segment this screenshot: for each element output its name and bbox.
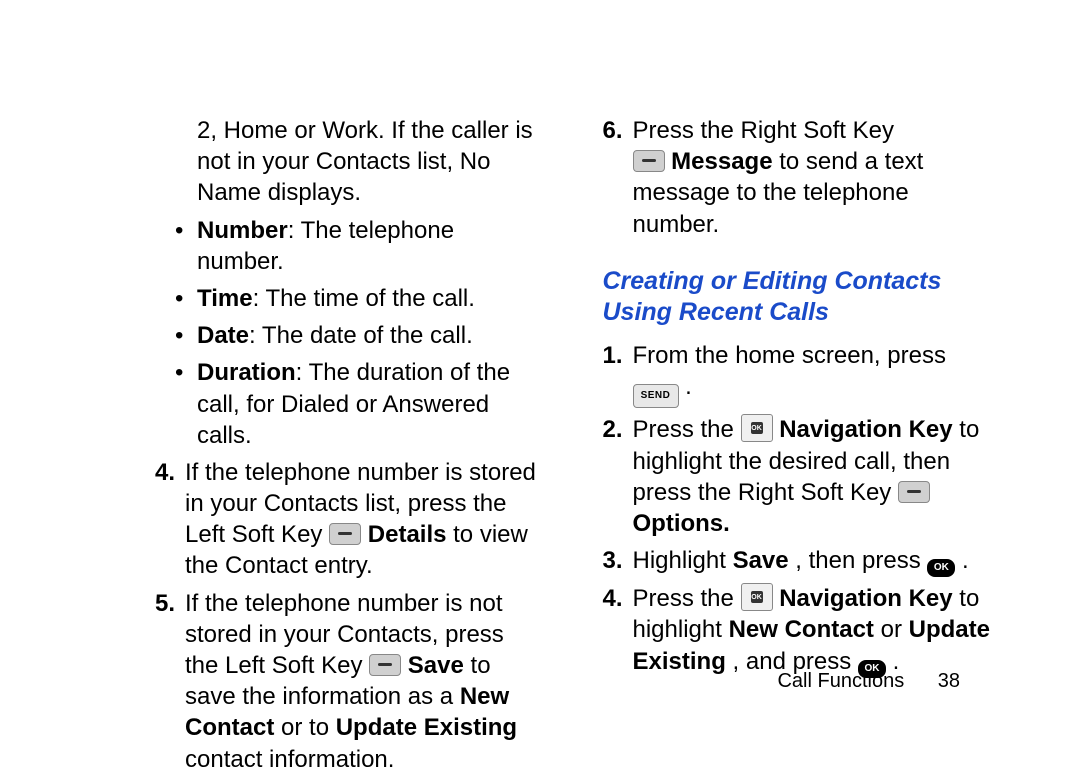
step-text: Highlight <box>633 547 733 574</box>
step-5: 5. If the telephone number is not stored… <box>155 588 543 775</box>
navigation-key-icon <box>741 414 773 442</box>
page-number: 38 <box>938 670 960 693</box>
right-soft-key-icon <box>633 150 665 172</box>
step-number: 4. <box>155 457 175 488</box>
step-bold: Navigation Key <box>779 585 952 612</box>
intro-continuation: 2, Home or Work. If the caller is not in… <box>155 115 543 209</box>
document-page: 2, Home or Work. If the caller is not in… <box>0 0 1080 771</box>
navigation-key-icon <box>741 583 773 611</box>
step-text: or <box>881 616 909 643</box>
step-bold: New Contact <box>729 616 874 643</box>
send-key-icon: SEND <box>633 384 679 408</box>
step-text: Press the <box>633 585 741 612</box>
step-6: 6. Press the Right Soft Key Message to s… <box>603 115 991 240</box>
bullet-number: Number: The telephone number. <box>155 215 543 277</box>
step-4: 4. If the telephone number is stored in … <box>155 457 543 582</box>
left-column: 2, Home or Work. If the caller is not in… <box>155 115 543 781</box>
step-bold: Message <box>671 148 772 175</box>
bullet-label: Date <box>197 322 249 349</box>
ok-key-icon: OK <box>927 559 955 577</box>
step-number: 2. <box>603 414 623 445</box>
step-text: . <box>962 547 969 574</box>
step-bold: Options. <box>633 510 730 537</box>
section-heading: Creating or Editing Contacts Using Recen… <box>603 266 991 329</box>
step-bold: Save <box>408 652 464 679</box>
creating-step-1: 1. From the home screen, press SEND . <box>603 340 991 408</box>
bullet-label: Time <box>197 285 253 312</box>
step-text: . <box>685 373 692 400</box>
step-text: contact information. <box>185 746 394 773</box>
creating-step-2: 2. Press the Navigation Key to highlight… <box>603 414 991 539</box>
step-text: From the home screen, press <box>633 342 946 369</box>
step-bold: Save <box>733 547 789 574</box>
bullet-text: : The time of the call. <box>253 285 475 312</box>
step-bold: Details <box>368 521 447 548</box>
step-text: , then press <box>795 547 927 574</box>
step-text: Press the Right Soft Key <box>633 117 894 144</box>
bullet-label: Duration <box>197 359 296 386</box>
step-number: 6. <box>603 115 623 146</box>
left-soft-key-icon <box>329 523 361 545</box>
step-text: Press the <box>633 416 741 443</box>
step-number: 5. <box>155 588 175 619</box>
page-footer: Call Functions 38 <box>777 670 960 693</box>
creating-step-3: 3. Highlight Save , then press OK . <box>603 545 991 577</box>
bullet-text: : The date of the call. <box>249 322 473 349</box>
bullet-time: Time: The time of the call. <box>155 283 543 314</box>
creating-step-4: 4. Press the Navigation Key to highlight… <box>603 583 991 677</box>
footer-section-name: Call Functions <box>777 670 904 692</box>
right-soft-key-icon <box>898 481 930 503</box>
bullet-duration: Duration: The duration of the call, for … <box>155 357 543 451</box>
step-number: 4. <box>603 583 623 614</box>
step-text: or to <box>281 714 336 741</box>
step-bold: Update Existing <box>336 714 517 741</box>
left-soft-key-icon <box>369 654 401 676</box>
step-bold: Navigation Key <box>779 416 952 443</box>
bullet-date: Date: The date of the call. <box>155 320 543 351</box>
step-number: 3. <box>603 545 623 576</box>
step-number: 1. <box>603 340 623 371</box>
bullet-label: Number <box>197 217 288 244</box>
